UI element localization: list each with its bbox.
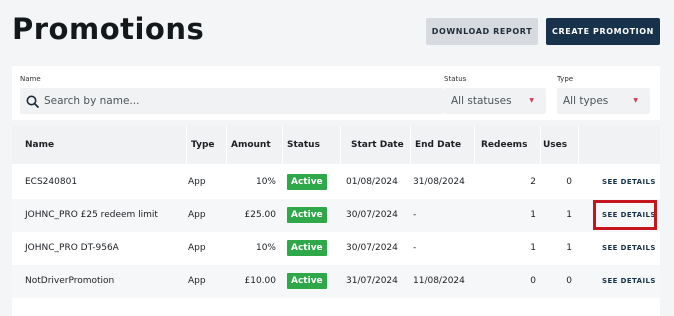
- promotion-name: JOHNC_PRO DT-956A: [25, 243, 119, 253]
- filter-panel: Name Search by name... Status All status…: [12, 66, 660, 120]
- table-row: ECS240801 App 10% Active 01/08/2024 31/0…: [12, 166, 660, 199]
- promotion-amount: 10%: [255, 243, 276, 253]
- uses-count: 0: [566, 177, 572, 187]
- see-details-link[interactable]: SEE DETAILS: [602, 244, 656, 252]
- page-title: Promotions: [12, 12, 205, 46]
- table-row: NotDriverPromotion App £10.00 Active 31/…: [12, 265, 660, 298]
- uses-count: 1: [566, 243, 572, 253]
- promotion-name: NotDriverPromotion: [25, 276, 115, 286]
- status-filter-label: Status: [444, 75, 467, 83]
- uses-count: 1: [566, 210, 572, 220]
- column-header-end-date[interactable]: End Date: [415, 140, 461, 150]
- end-date: -: [413, 243, 417, 253]
- column-header-amount[interactable]: Amount: [231, 140, 271, 150]
- column-divider: [474, 126, 475, 164]
- promotion-type: App: [188, 276, 206, 286]
- column-header-type[interactable]: Type: [191, 140, 214, 150]
- promotions-table: Name Type Amount Status Start Date End D…: [12, 126, 660, 316]
- column-divider: [540, 126, 541, 164]
- table-row: JOHNC_PRO £25 redeem limit App £25.00 Ac…: [12, 199, 660, 232]
- uses-count: 0: [566, 276, 572, 286]
- chevron-down-icon: ▼: [633, 97, 638, 104]
- chevron-down-icon: ▼: [529, 97, 534, 104]
- end-date: 31/08/2024: [413, 177, 465, 187]
- column-header-name[interactable]: Name: [25, 140, 54, 150]
- status-select-value: All statuses: [451, 95, 512, 107]
- promotion-type: App: [188, 243, 206, 253]
- redeems-count: 2: [530, 177, 536, 187]
- status-badge: Active: [287, 207, 327, 223]
- type-select[interactable]: All types ▼: [557, 88, 650, 114]
- column-header-redeems[interactable]: Redeems: [481, 140, 527, 150]
- type-filter-label: Type: [557, 75, 574, 83]
- start-date: 31/07/2024: [346, 276, 398, 286]
- column-header-status[interactable]: Status: [287, 140, 320, 150]
- promotion-type: App: [188, 210, 206, 220]
- promotion-name: JOHNC_PRO £25 redeem limit: [25, 210, 158, 220]
- table-header: Name Type Amount Status Start Date End D…: [12, 126, 660, 164]
- status-badge: Active: [287, 240, 327, 256]
- column-divider: [226, 126, 227, 164]
- download-report-button[interactable]: DOWNLOAD REPORT: [426, 18, 538, 45]
- column-divider: [410, 126, 411, 164]
- redeems-count: 1: [530, 210, 536, 220]
- column-divider: [578, 126, 579, 164]
- promotion-amount: 10%: [255, 177, 276, 187]
- end-date: 11/08/2024: [413, 276, 465, 286]
- redeems-count: 1: [530, 243, 536, 253]
- status-badge: Active: [287, 273, 327, 289]
- start-date: 01/08/2024: [346, 177, 398, 187]
- column-divider: [186, 126, 187, 164]
- end-date: -: [413, 210, 417, 220]
- status-select[interactable]: All statuses ▼: [444, 88, 546, 114]
- column-header-uses[interactable]: Uses: [543, 140, 567, 150]
- see-details-link[interactable]: SEE DETAILS: [602, 178, 656, 186]
- search-input[interactable]: Search by name...: [20, 88, 444, 114]
- column-divider: [340, 126, 341, 164]
- column-header-start-date[interactable]: Start Date: [351, 140, 404, 150]
- column-divider: [282, 126, 283, 164]
- start-date: 30/07/2024: [346, 210, 398, 220]
- status-badge: Active: [287, 174, 327, 190]
- name-filter-label: Name: [20, 75, 41, 83]
- start-date: 30/07/2024: [346, 243, 398, 253]
- promotion-type: App: [188, 177, 206, 187]
- search-placeholder: Search by name...: [44, 95, 140, 107]
- table-row: JOHNC_PRO DT-956A App 10% Active 30/07/2…: [12, 232, 660, 265]
- promotion-name: ECS240801: [25, 177, 78, 187]
- redeems-count: 0: [530, 276, 536, 286]
- highlight-box: [593, 200, 657, 230]
- create-promotion-button[interactable]: CREATE PROMOTION: [546, 18, 660, 45]
- promotion-amount: £25.00: [244, 210, 277, 220]
- see-details-link[interactable]: SEE DETAILS: [602, 277, 656, 285]
- search-icon: [26, 95, 39, 108]
- type-select-value: All types: [563, 95, 609, 107]
- promotion-amount: £10.00: [244, 276, 277, 286]
